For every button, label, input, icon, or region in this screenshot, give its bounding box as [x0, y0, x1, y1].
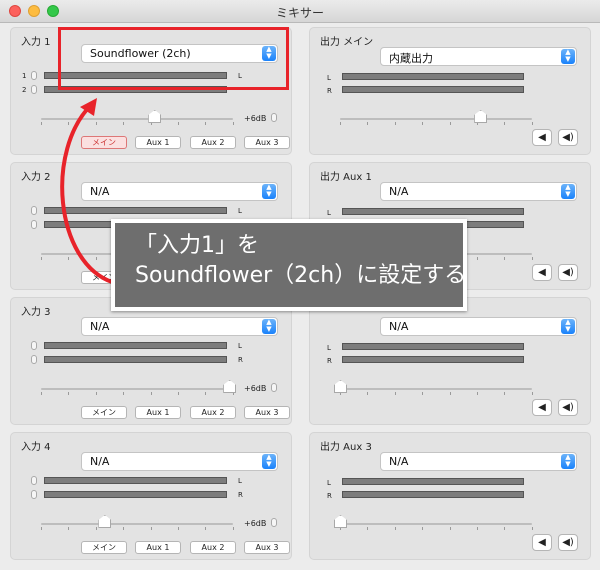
annotation-callout: 「入力1」を Soundflower（2ch）に設定する	[111, 219, 467, 311]
callout-line-1: 「入力1」を	[135, 233, 259, 258]
highlight-box	[58, 27, 289, 90]
callout-line-2: Soundflower（2ch）に設定する	[135, 263, 467, 288]
